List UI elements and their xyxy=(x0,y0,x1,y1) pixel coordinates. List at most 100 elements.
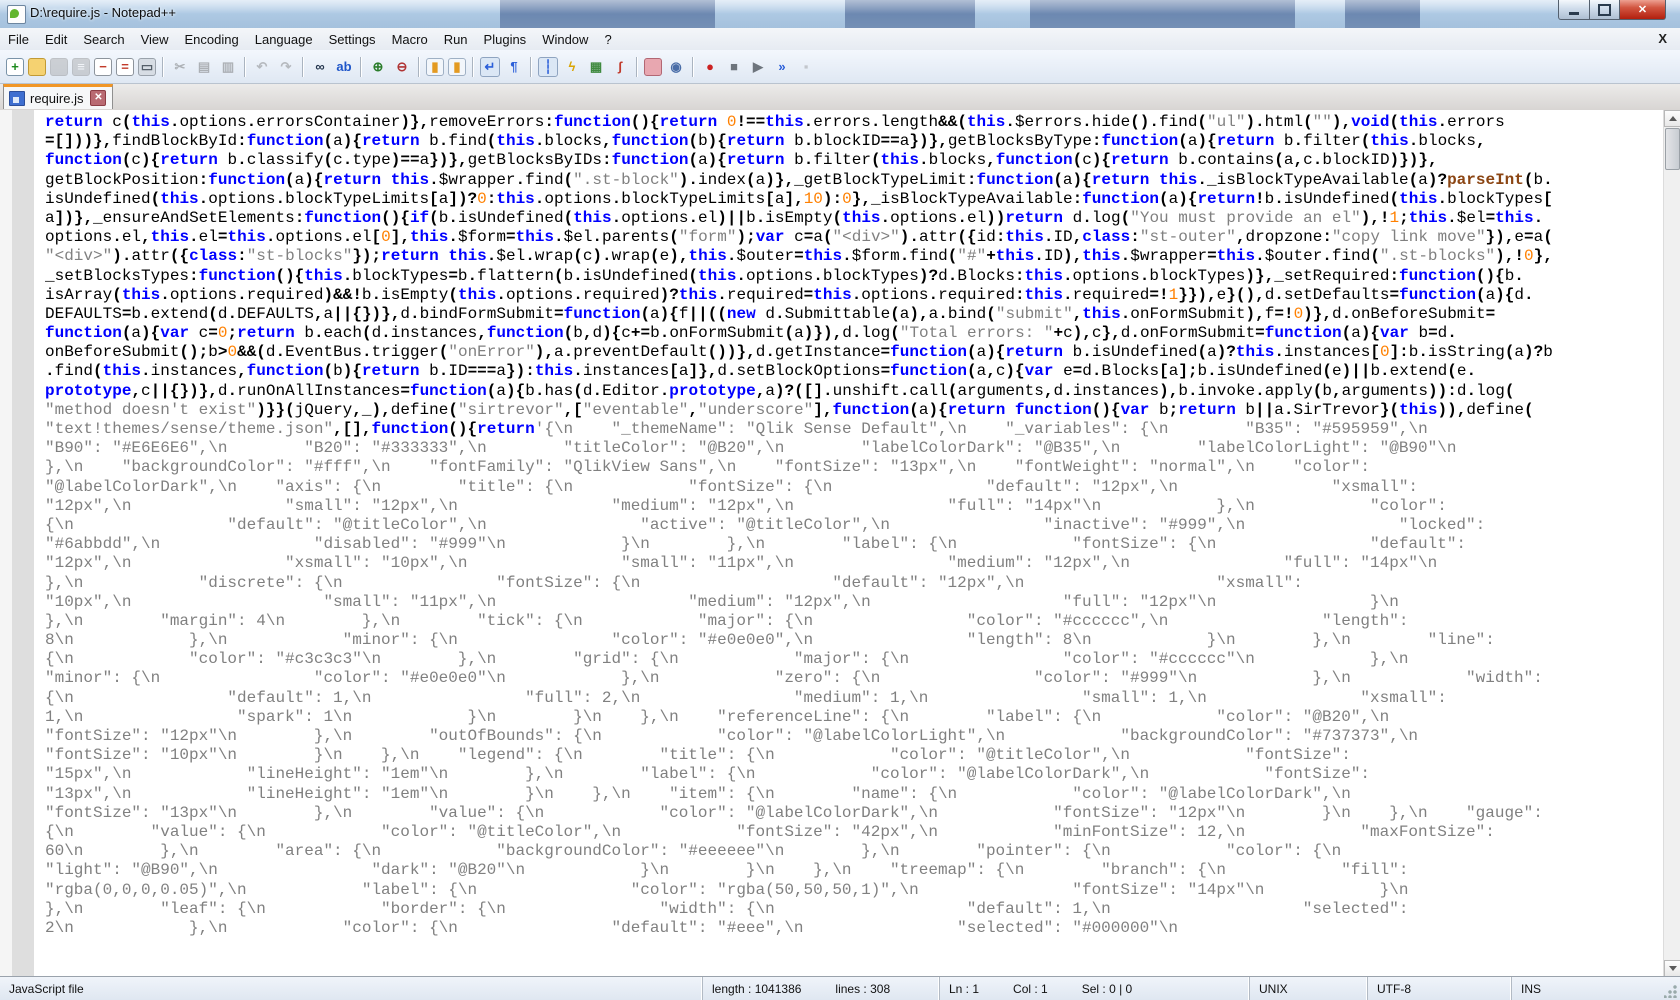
code-line: "@labelColorDark",\n "axis": {\n "title"… xyxy=(45,477,1419,496)
open-file-icon[interactable] xyxy=(28,57,46,76)
macro-record-icon[interactable]: ● xyxy=(700,57,720,77)
run-script-icon[interactable]: ʃ xyxy=(610,57,630,77)
toolbar-separator xyxy=(244,56,246,77)
tab-close-button[interactable]: ✕ xyxy=(90,90,107,106)
undo-icon[interactable]: ↶ xyxy=(252,57,272,77)
vertical-scrollbar[interactable] xyxy=(1663,110,1680,977)
indent-guide-icon[interactable]: ┆ xyxy=(538,56,558,77)
toolbar-separator xyxy=(472,56,474,77)
scroll-up-button[interactable] xyxy=(1664,110,1680,127)
code-line: "10px",\n "small": "11px",\n "medium": "… xyxy=(45,592,1399,611)
save-all-icon[interactable]: ≡ xyxy=(72,57,90,76)
code-line: 2\n },\n "color": {\n "default": "#eee",… xyxy=(45,918,1178,937)
code-line: },\n "margin": 4\n },\n "tick": {\n "maj… xyxy=(45,611,1409,630)
scrollbar-thumb[interactable] xyxy=(1665,128,1680,170)
macro-save-icon[interactable]: ▪ xyxy=(796,57,816,77)
toolbar-separator xyxy=(530,56,532,77)
toolbar-separator xyxy=(360,56,362,77)
tab-require-js[interactable]: require.js ✕ xyxy=(3,84,114,109)
code-line: function(c){return b.classify(c.type)==a… xyxy=(45,151,1438,170)
document-map-icon[interactable]: ▦ xyxy=(586,57,606,77)
status-bar: JavaScript file length : 1041386 lines :… xyxy=(0,976,1680,1000)
redo-icon[interactable]: ↷ xyxy=(276,57,296,77)
title-bar[interactable]: D:\require.js - Notepad++ ✕ xyxy=(0,0,1680,28)
status-col: Col : 1 xyxy=(1013,981,1048,996)
close-icon: ✕ xyxy=(1637,4,1648,16)
menu-item-encoding[interactable]: Encoding xyxy=(177,30,247,49)
code-line: isArray(this.options.required)&&!b.isEmp… xyxy=(45,285,1534,304)
maximize-button[interactable] xyxy=(1590,0,1620,20)
menu-item-settings[interactable]: Settings xyxy=(321,30,384,49)
editor: return c(this.options.errorsContainer)},… xyxy=(0,110,1680,977)
menu-item-run[interactable]: Run xyxy=(436,30,476,49)
new-file-icon[interactable]: + xyxy=(6,57,24,76)
toolbar-separator xyxy=(162,56,164,77)
code-line: DEFAULTS=b.extend(d.DEFAULTS,a||{})},d.b… xyxy=(45,304,1496,323)
code-text-area[interactable]: return c(this.options.errorsContainer)},… xyxy=(45,110,1663,980)
code-line: "13px",\n "lineHeight": "1em"\n }\n },\n… xyxy=(45,784,1351,803)
scroll-down-button[interactable] xyxy=(1664,960,1680,977)
code-line: },\n "leaf": {\n "border": {\n "width": … xyxy=(45,899,1409,918)
sync-horizontal-icon[interactable]: ▮ xyxy=(448,57,466,76)
document-close-button[interactable]: X xyxy=(1653,30,1672,47)
print-icon[interactable]: ▭ xyxy=(138,57,156,76)
find-icon[interactable]: ∞ xyxy=(310,57,330,77)
code-line: isUndefined(this.options.blockTypeLimits… xyxy=(45,189,1553,208)
code-line: },\n "discrete": {\n "fontSize": {\n "de… xyxy=(45,573,1303,592)
cut-icon[interactable]: ✂ xyxy=(170,57,190,77)
code-line: options.el,this.el=this.options.el[0],th… xyxy=(45,228,1553,247)
menu-item-help[interactable]: ? xyxy=(596,30,619,49)
close-window-button[interactable]: ✕ xyxy=(1620,0,1666,20)
code-line: {\n "default": 1,\n "full": 2,\n "medium… xyxy=(45,688,1447,707)
resize-grip[interactable] xyxy=(1664,984,1678,998)
toolbar-separator xyxy=(692,56,694,77)
bookmark-margin[interactable] xyxy=(0,110,12,977)
window-controls: ✕ xyxy=(1558,0,1666,20)
menu-item-plugins[interactable]: Plugins xyxy=(476,30,535,49)
macro-play-icon[interactable]: ▶ xyxy=(748,57,768,77)
macro-stop-icon[interactable]: ■ xyxy=(724,57,744,77)
status-length: length : 1041386 xyxy=(712,981,802,996)
project-panel-icon[interactable] xyxy=(644,57,662,76)
menu-item-view[interactable]: View xyxy=(133,30,177,49)
copy-icon[interactable]: ▤ xyxy=(194,57,214,77)
word-wrap-icon[interactable]: ↵ xyxy=(480,56,500,77)
code-line: "fontSize": "10px"\n }\n },\n "legend": … xyxy=(45,746,1351,765)
code-line: 8\n },\n "minor": {\n "color": "#e0e0e0"… xyxy=(45,631,1495,650)
menu-item-window[interactable]: Window xyxy=(534,30,596,49)
minimize-button[interactable] xyxy=(1558,0,1590,20)
status-insert-mode: INS xyxy=(1512,977,1680,1000)
code-line: "fontSize": "12px"\n },\n "outOfBounds":… xyxy=(45,727,1419,745)
fold-margin[interactable] xyxy=(12,110,34,977)
menu-item-search[interactable]: Search xyxy=(75,30,132,49)
function-list-icon[interactable]: ϟ xyxy=(562,57,582,77)
zoom-out-icon[interactable]: ⊖ xyxy=(392,57,412,77)
menu-item-macro[interactable]: Macro xyxy=(384,30,436,49)
status-sel: Sel : 0 | 0 xyxy=(1081,981,1133,996)
macro-run-multiple-icon[interactable]: » xyxy=(772,57,792,77)
save-file-icon[interactable] xyxy=(50,57,68,76)
tab-label: require.js xyxy=(30,90,84,106)
menu-item-file[interactable]: File xyxy=(0,30,37,49)
code-line: .find(this.instances,function(b){return … xyxy=(45,362,1477,381)
titlebar-glass xyxy=(0,0,1680,28)
status-encoding: UTF-8 xyxy=(1368,977,1512,1000)
code-line: "method doesn't exist")}}(jQuery,_),defi… xyxy=(45,400,1534,419)
close-all-icon[interactable]: = xyxy=(116,57,134,76)
menu-item-language[interactable]: Language xyxy=(247,30,321,49)
preview-icon[interactable]: ◉ xyxy=(666,57,686,77)
tab-bar: require.js ✕ xyxy=(0,84,1680,111)
paste-icon[interactable]: ▥ xyxy=(218,57,238,77)
window-title: D:\require.js - Notepad++ xyxy=(30,5,176,20)
code-line: getBlockPosition:function(a){return this… xyxy=(45,170,1553,189)
code-line: "15px",\n "lineHeight": "1em"\n },\n "la… xyxy=(45,765,1371,784)
show-all-chars-icon[interactable]: ¶ xyxy=(504,57,524,77)
sync-vertical-icon[interactable]: ▮ xyxy=(426,57,444,76)
zoom-in-icon[interactable]: ⊕ xyxy=(368,57,388,77)
status-cursor-position: Ln : 1 Col : 1 Sel : 0 | 0 xyxy=(940,977,1250,1000)
code-line: return c(this.options.errorsContainer)},… xyxy=(45,113,1505,131)
replace-icon[interactable]: ab xyxy=(334,57,354,77)
code-line: a])},_ensureAndSetElements:function(){if… xyxy=(45,208,1544,227)
close-file-icon[interactable]: − xyxy=(94,57,112,76)
menu-item-edit[interactable]: Edit xyxy=(37,30,75,49)
